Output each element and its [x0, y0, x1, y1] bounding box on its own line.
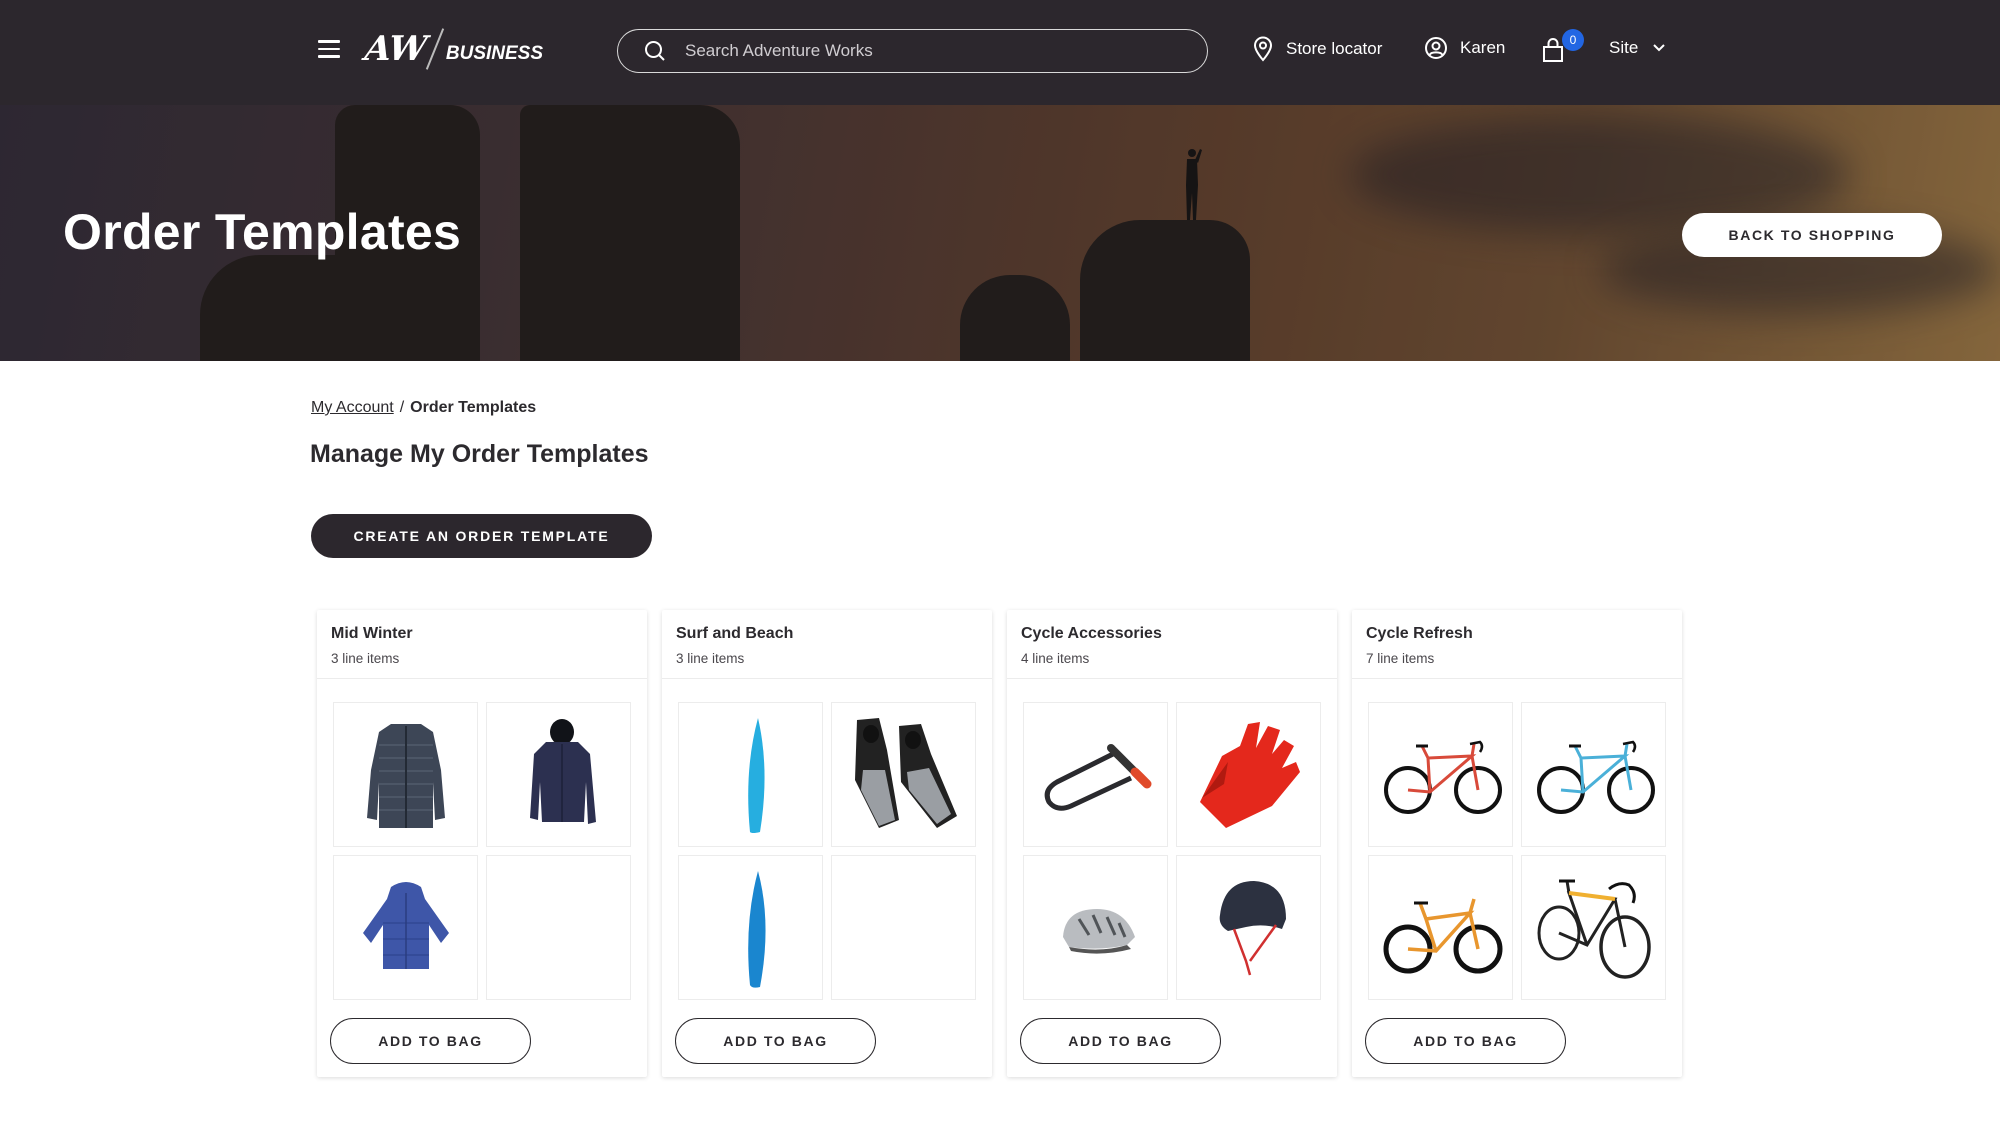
chevron-down-icon: [1653, 44, 1666, 52]
template-card[interactable]: Cycle Refresh 7 line items ADD TO BAG: [1352, 610, 1682, 1077]
logo[interactable]: AW BUSINESS: [362, 24, 544, 74]
breadcrumb: My Account / Order Templates: [311, 399, 536, 417]
search-box[interactable]: [617, 29, 1208, 73]
product-thumbnail[interactable]: [333, 702, 478, 847]
product-thumbnail[interactable]: [1368, 702, 1513, 847]
empty-thumbnail: [486, 855, 631, 1000]
product-thumbnails: [1023, 702, 1321, 1000]
store-locator-label: Store locator: [1286, 39, 1383, 58]
menu-icon[interactable]: [318, 40, 340, 60]
surfboard-icon: [747, 717, 765, 833]
create-order-template-button[interactable]: CREATE AN ORDER TEMPLATE: [311, 514, 652, 558]
bike-helmet-icon: [1062, 908, 1135, 954]
road-bike-yellow-icon: [1537, 879, 1651, 979]
template-name: Surf and Beach: [676, 625, 794, 642]
breadcrumb-current: Order Templates: [410, 399, 537, 416]
product-thumbnail[interactable]: [333, 855, 478, 1000]
add-to-bag-button[interactable]: ADD TO BAG: [330, 1018, 531, 1064]
template-card[interactable]: Cycle Accessories 4 line items ADD TO BA…: [1007, 610, 1337, 1077]
product-thumbnail[interactable]: [486, 702, 631, 847]
template-line-items: 3 line items: [331, 651, 400, 666]
logo-subtitle: BUSINESS: [445, 43, 544, 64]
hooded-jacket-icon: [529, 718, 596, 824]
template-line-items: 7 line items: [1366, 651, 1435, 666]
product-thumbnail[interactable]: [1368, 855, 1513, 1000]
bag-count-badge: 0: [1562, 29, 1584, 51]
order-templates-list: Mid Winter 3 line items ADD TO BAG Surf …: [317, 610, 1682, 1077]
product-thumbnail[interactable]: [678, 702, 823, 847]
template-card-header: Mid Winter 3 line items: [317, 610, 647, 679]
template-card-header: Surf and Beach 3 line items: [662, 610, 992, 679]
template-line-items: 4 line items: [1021, 651, 1090, 666]
store-locator-link[interactable]: Store locator: [1252, 36, 1382, 62]
product-thumbnail[interactable]: [1023, 702, 1168, 847]
surfboard-icon: [747, 870, 766, 988]
template-card[interactable]: Mid Winter 3 line items ADD TO BAG: [317, 610, 647, 1077]
product-thumbnails: [333, 702, 631, 1000]
breadcrumb-my-account[interactable]: My Account: [311, 399, 394, 416]
road-bike-blue-icon: [1536, 740, 1655, 814]
empty-thumbnail: [831, 855, 976, 1000]
shopping-bag-button[interactable]: 0: [1542, 29, 1584, 68]
user-icon: [1425, 37, 1447, 59]
product-thumbnails: [678, 702, 976, 1000]
page-title: Order Templates: [63, 204, 462, 260]
cycling-glove-icon: [1199, 721, 1300, 828]
add-to-bag-button[interactable]: ADD TO BAG: [675, 1018, 876, 1064]
product-thumbnail[interactable]: [1176, 855, 1321, 1000]
product-thumbnail[interactable]: [831, 702, 976, 847]
road-bike-red-icon: [1383, 740, 1502, 814]
site-dropdown[interactable]: Site: [1609, 38, 1666, 58]
product-thumbnail[interactable]: [678, 855, 823, 1000]
template-card-header: Cycle Accessories 4 line items: [1007, 610, 1337, 679]
product-thumbnail[interactable]: [1521, 702, 1666, 847]
product-thumbnail[interactable]: [1023, 855, 1168, 1000]
site-label: Site: [1609, 38, 1639, 57]
shopping-bag-icon: [1543, 38, 1563, 62]
template-name: Cycle Refresh: [1366, 625, 1473, 642]
logo-divider: [425, 28, 445, 70]
breadcrumb-separator: /: [399, 399, 405, 416]
search-input[interactable]: [685, 41, 1165, 61]
add-to-bag-button[interactable]: ADD TO BAG: [1020, 1018, 1221, 1064]
user-name: Karen: [1460, 38, 1506, 57]
template-name: Cycle Accessories: [1021, 625, 1162, 642]
add-to-bag-button[interactable]: ADD TO BAG: [1365, 1018, 1566, 1064]
product-thumbnail[interactable]: [1521, 855, 1666, 1000]
product-thumbnail[interactable]: [1176, 702, 1321, 847]
location-pin-icon: [1253, 36, 1273, 62]
top-navigation-bar: AW BUSINESS Store locator Karen 0 Site: [0, 0, 2000, 105]
skate-helmet-icon: [1219, 880, 1286, 975]
logo-mark: AW: [362, 29, 428, 69]
template-card[interactable]: Surf and Beach 3 line items ADD TO BAG: [662, 610, 992, 1077]
puffer-jacket-icon: [366, 723, 445, 828]
back-to-shopping-button[interactable]: BACK TO SHOPPING: [1682, 213, 1942, 257]
search-icon: [645, 41, 665, 61]
swim-fins-icon: [854, 717, 957, 828]
section-heading: Manage My Order Templates: [310, 440, 649, 468]
mountain-bike-orange-icon: [1383, 898, 1502, 973]
template-name: Mid Winter: [331, 625, 413, 642]
kids-parka-icon: [362, 881, 449, 969]
product-thumbnails: [1368, 702, 1666, 1000]
account-link[interactable]: Karen: [1424, 36, 1505, 60]
template-card-header: Cycle Refresh 7 line items: [1352, 610, 1682, 679]
u-lock-icon: [1044, 743, 1151, 811]
template-line-items: 3 line items: [676, 651, 745, 666]
